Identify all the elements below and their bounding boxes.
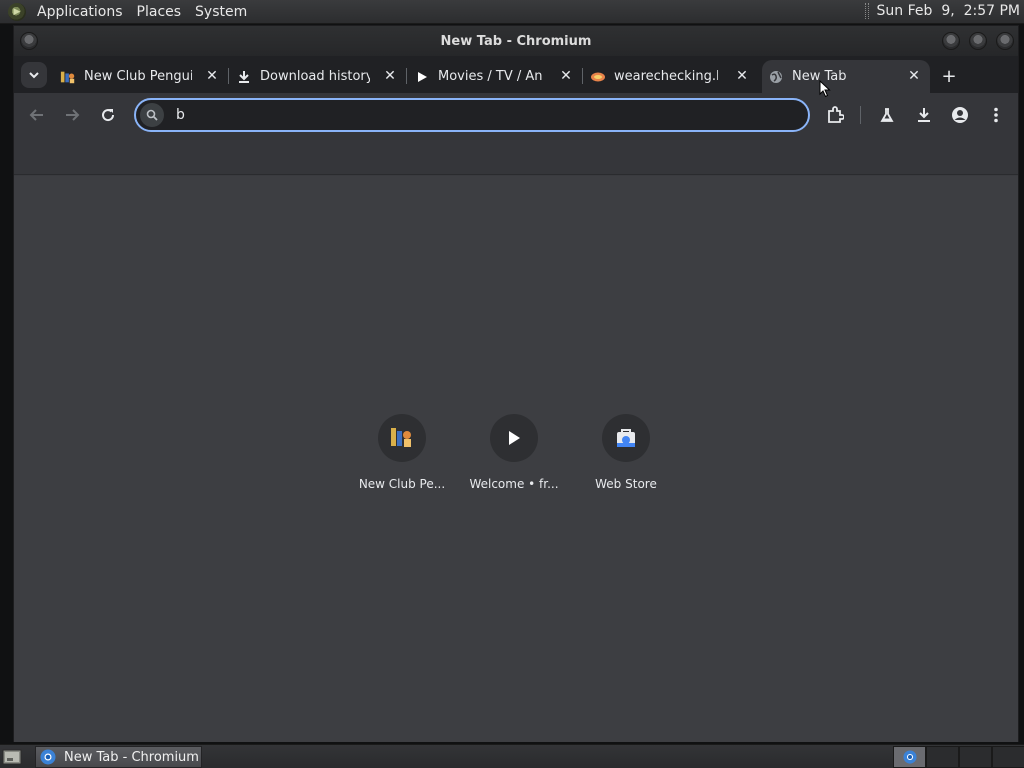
shortcut-tile[interactable]: New Club Pe... <box>346 414 458 491</box>
window-menu-button[interactable] <box>20 32 38 50</box>
desktop-icon <box>2 749 22 765</box>
bookmarks-bar <box>14 135 1018 175</box>
play-icon <box>509 431 520 445</box>
workspace-1[interactable] <box>893 746 926 768</box>
browser-window: New Tab - Chromium New Club Penguin ✕ Do… <box>13 25 1019 742</box>
tab-new-club-penguin[interactable]: New Club Penguin ✕ <box>60 60 229 93</box>
new-tab-button[interactable]: + <box>939 65 959 87</box>
labs-button[interactable] <box>876 104 898 126</box>
chevron-down-icon <box>29 72 39 79</box>
tab-wearechecking[interactable]: wearechecking.live ✕ <box>590 60 758 93</box>
downloads-button[interactable] <box>913 104 935 126</box>
club-penguin-icon <box>60 69 76 85</box>
reload-button[interactable] <box>97 104 119 126</box>
profile-button[interactable] <box>949 104 971 126</box>
close-window-button[interactable] <box>996 32 1014 50</box>
address-bar[interactable] <box>134 98 810 132</box>
plus-icon: + <box>941 65 957 87</box>
shortcut-tile[interactable]: Web Store <box>570 414 682 491</box>
shortcut-icon-container <box>490 414 538 462</box>
places-menu[interactable]: Places <box>130 4 189 20</box>
show-desktop-button[interactable] <box>2 748 22 766</box>
tab-title: Download history <box>260 69 370 84</box>
web-store-icon <box>617 429 635 447</box>
maximize-button[interactable] <box>969 32 987 50</box>
workspace-switcher <box>893 746 1024 768</box>
tab-separator <box>582 68 583 84</box>
tab-title: wearechecking.live <box>614 69 718 84</box>
shortcut-label: Welcome • fr... <box>469 477 559 491</box>
forward-button[interactable] <box>61 104 83 126</box>
club-penguin-icon <box>391 428 411 447</box>
window-title: New Tab - Chromium <box>440 33 592 49</box>
back-button[interactable] <box>26 104 48 126</box>
tab-close-icon[interactable]: ✕ <box>734 68 750 84</box>
reload-icon <box>102 109 115 122</box>
tab-separator <box>406 68 407 84</box>
chromium-icon <box>902 750 917 764</box>
workspace-2[interactable] <box>926 746 959 768</box>
panel-separator <box>864 3 869 19</box>
menu-button[interactable] <box>985 104 1007 126</box>
workspace-3[interactable] <box>959 746 992 768</box>
clock[interactable]: Sun Feb 9, 2:57 PM <box>877 3 1020 19</box>
tab-download-history[interactable]: Download history ✕ <box>236 60 407 93</box>
toolbar-divider <box>860 106 861 124</box>
tab-title: New Tab <box>792 69 847 84</box>
arrow-left-icon <box>29 109 43 121</box>
shortcut-icon-container <box>378 414 426 462</box>
tab-close-icon[interactable]: ✕ <box>204 68 220 84</box>
bottom-taskbar: New Tab - Chromium <box>0 744 1024 768</box>
arrow-right-icon <box>66 109 80 121</box>
extensions-button[interactable] <box>824 104 846 126</box>
globe-icon <box>768 69 784 85</box>
main-menu-logo-icon[interactable]: ▶ <box>8 2 26 21</box>
tab-separator <box>228 68 229 84</box>
workspace-4[interactable] <box>992 746 1024 768</box>
search-icon <box>140 103 164 127</box>
taskbar-window-label: New Tab - Chromium <box>64 749 199 765</box>
shortcut-icon-container <box>602 414 650 462</box>
flask-icon <box>880 108 894 122</box>
tab-new-tab[interactable]: New Tab ✕ <box>762 60 930 93</box>
minimize-button[interactable] <box>942 32 960 50</box>
taskbar-window-button[interactable]: New Tab - Chromium <box>35 746 202 768</box>
window-titlebar[interactable]: New Tab - Chromium <box>14 26 1018 56</box>
clock-area: Sun Feb 9, 2:57 PM <box>864 3 1020 19</box>
applications-menu[interactable]: Applications <box>30 4 130 20</box>
download-icon <box>236 69 252 85</box>
shortcut-label: Web Store <box>595 477 657 491</box>
tab-close-icon[interactable]: ✕ <box>558 68 574 84</box>
download-icon <box>918 108 930 122</box>
tab-movies-tv-anime[interactable]: Movies / TV / Anime ✕ <box>414 60 583 93</box>
play-icon <box>414 69 430 85</box>
avatar-icon <box>952 107 968 123</box>
address-input[interactable] <box>176 107 808 123</box>
tab-close-icon[interactable]: ✕ <box>906 68 922 84</box>
chromium-icon <box>40 749 56 765</box>
shortcut-tile[interactable]: Welcome • fr... <box>458 414 570 491</box>
puzzle-icon <box>828 106 844 123</box>
shortcut-label: New Club Pe... <box>358 477 446 491</box>
tab-search-button[interactable] <box>21 62 47 88</box>
browser-toolbar <box>14 93 1018 135</box>
tab-title: New Club Penguin <box>84 69 192 84</box>
top-panel: ▶ Applications Places System Sun Feb 9, … <box>0 0 1024 24</box>
tab-close-icon[interactable]: ✕ <box>382 68 398 84</box>
tab-strip: New Club Penguin ✕ Download history ✕ Mo… <box>14 56 1018 93</box>
more-vertical-icon <box>994 107 998 123</box>
wearechecking-icon <box>590 69 606 85</box>
tab-title: Movies / TV / Anime <box>438 69 542 84</box>
system-menu[interactable]: System <box>188 4 254 20</box>
new-tab-page: New Club Pe... Welcome • fr... Web Store <box>14 176 1018 742</box>
